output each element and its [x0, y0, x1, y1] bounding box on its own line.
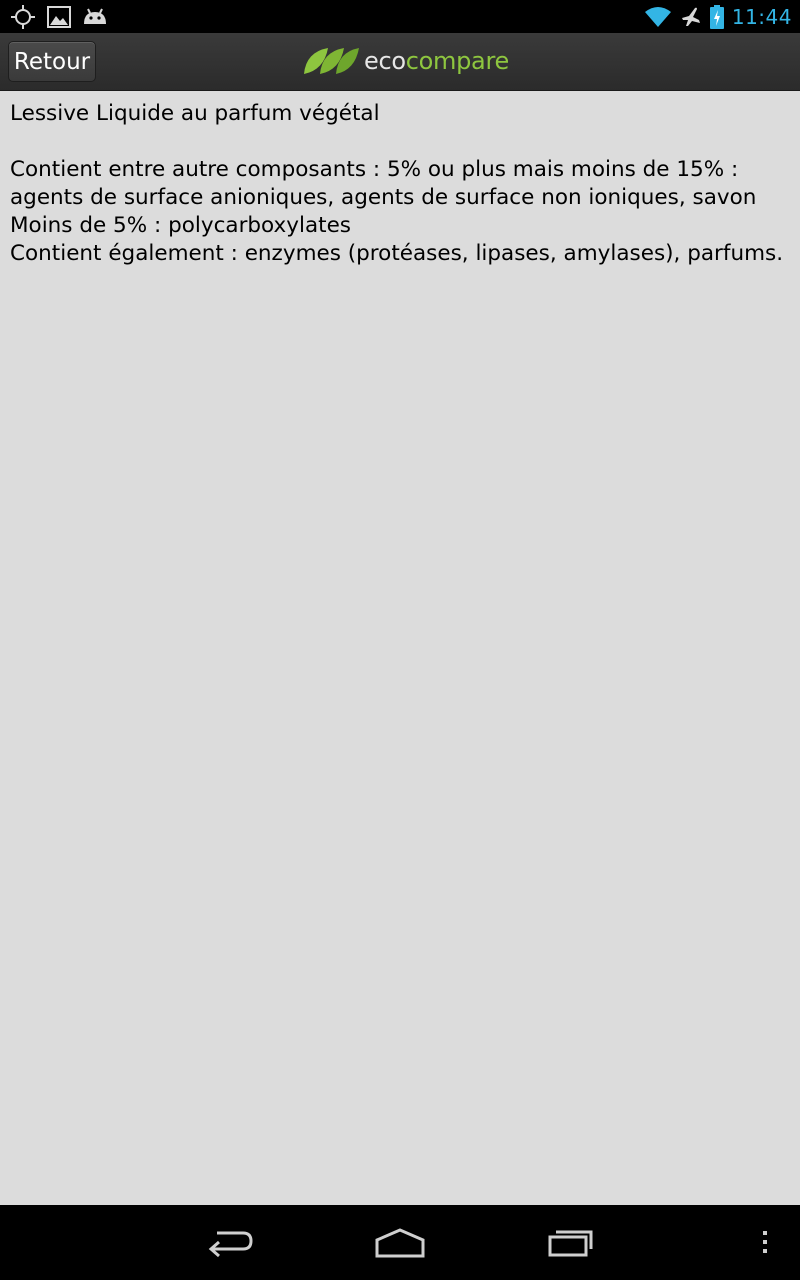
- description-line: Contient également : enzymes (protéases,…: [10, 241, 784, 266]
- action-bar: Retour ecocompare: [0, 33, 800, 91]
- navigation-bar: [0, 1205, 800, 1280]
- battery-charging-icon: [709, 5, 724, 29]
- gps-icon: [11, 5, 35, 29]
- logo-text-eco: eco: [364, 47, 406, 75]
- status-bar: 11:44: [0, 0, 800, 33]
- status-time: 11:44: [731, 5, 792, 29]
- ecocompare-logo: ecocompare: [302, 45, 509, 77]
- product-title: Lessive Liquide au parfum végétal: [10, 101, 380, 126]
- description-line: agents de surface anioniques, agents de …: [10, 185, 757, 210]
- wifi-icon: [644, 7, 671, 27]
- product-description: Lessive Liquide au parfum végétal Contie…: [10, 100, 792, 268]
- retour-button[interactable]: Retour: [8, 41, 96, 82]
- back-icon[interactable]: [205, 1225, 255, 1259]
- airplane-icon: [681, 7, 700, 27]
- description-line: Moins de 5% : polycarboxylates: [10, 213, 351, 238]
- recent-apps-icon[interactable]: [546, 1225, 596, 1259]
- menu-icon[interactable]: [758, 1225, 772, 1259]
- description-line: Contient entre autre composants : 5% ou …: [10, 157, 739, 182]
- home-icon[interactable]: [374, 1225, 426, 1259]
- android-icon: [84, 8, 106, 24]
- leaves-icon: [304, 48, 359, 74]
- logo-text-compare: compare: [405, 47, 510, 75]
- image-icon: [47, 6, 71, 28]
